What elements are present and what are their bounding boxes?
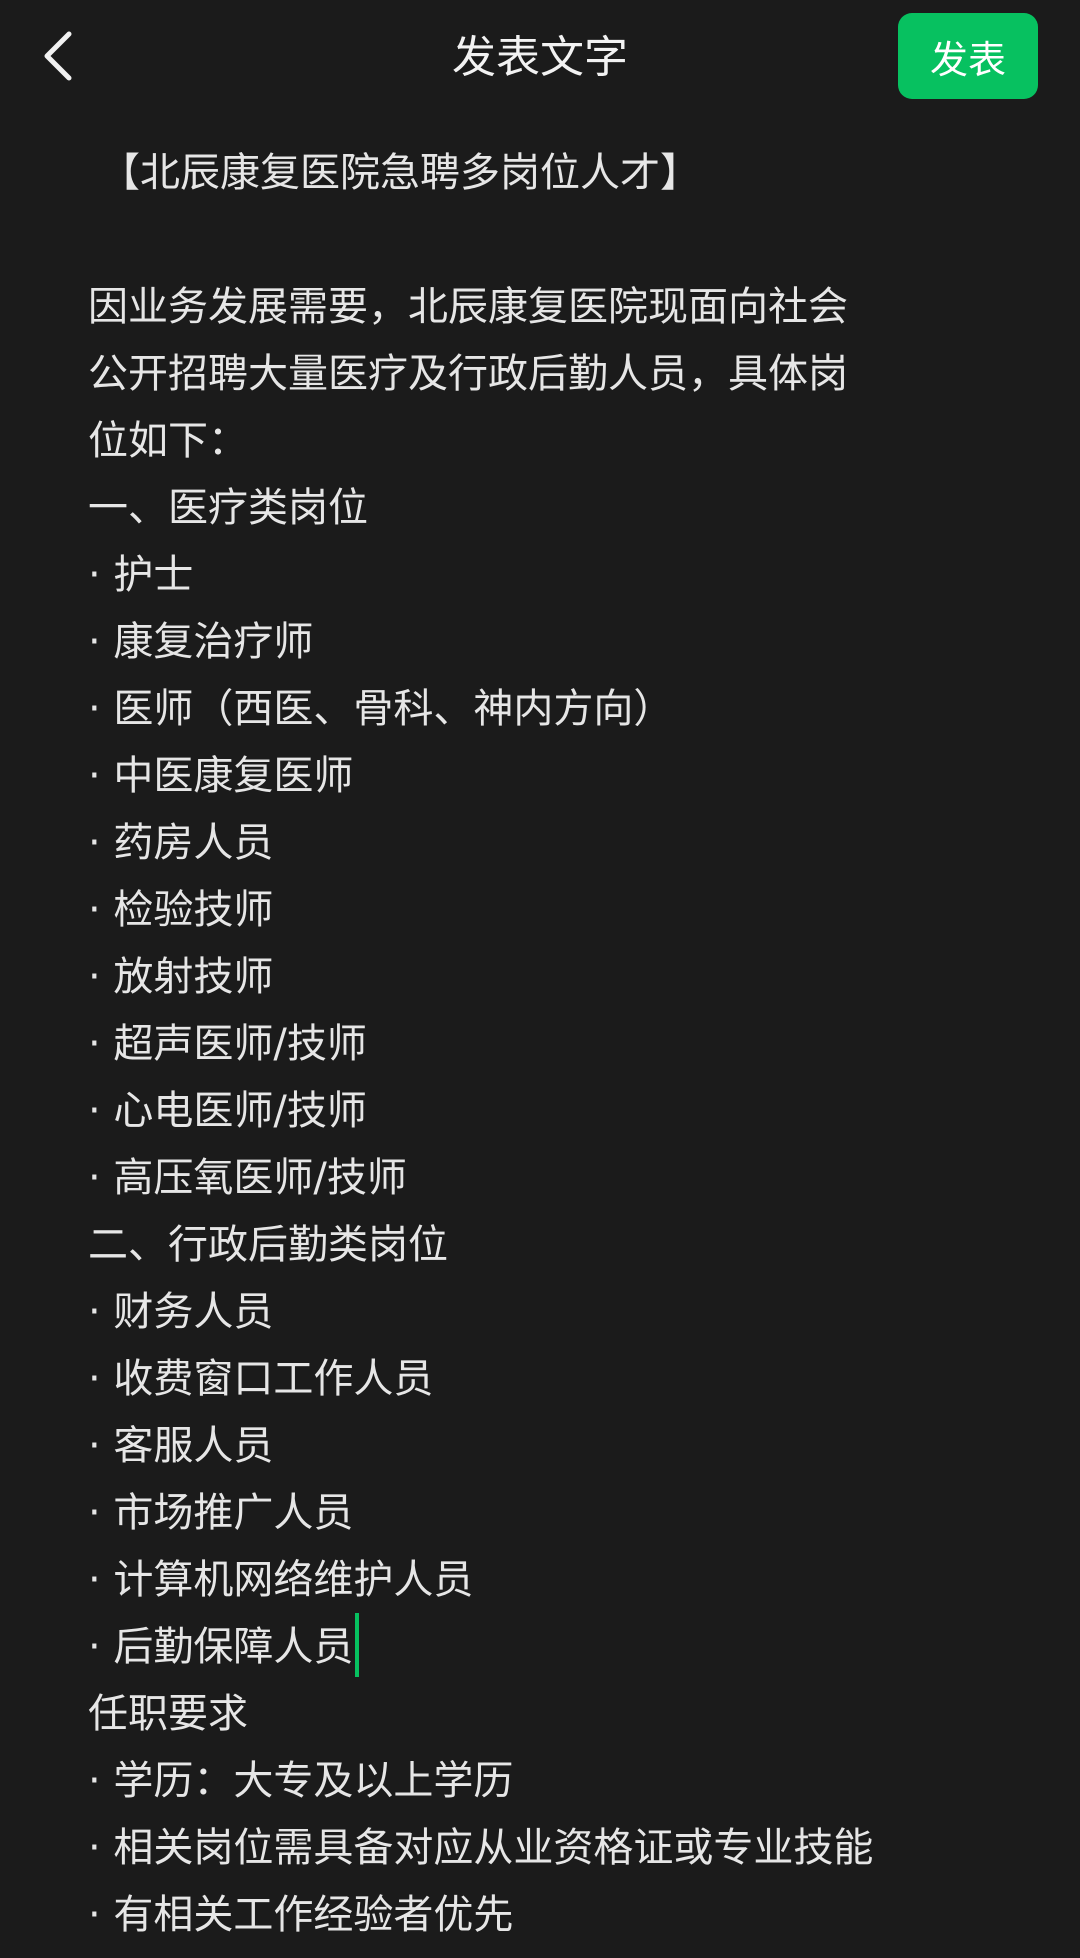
text-line: · 护士 bbox=[88, 552, 194, 598]
text-line: · 相关岗位需具备对应从业资格证或专业技能 bbox=[88, 1825, 874, 1871]
text-line: 位如下： bbox=[88, 418, 248, 464]
text-line: · 财务人员 bbox=[88, 1289, 274, 1335]
text-editor[interactable]: 【北辰康复医院急聘多岗位人才】 因业务发展需要，北辰康复医院现面向社会 公开招聘… bbox=[0, 140, 1080, 1958]
text-line: · 超声医师/技师 bbox=[88, 1021, 367, 1067]
text-line: · 高压氧医师/技师 bbox=[88, 1155, 407, 1201]
text-line: · 有相关工作经验者优先 bbox=[88, 1892, 514, 1938]
text-line: 【北辰康复医院急聘多岗位人才】 bbox=[100, 150, 700, 196]
text-line: · 中医康复医师 bbox=[88, 753, 354, 799]
text-line: · 计算机网络维护人员 bbox=[88, 1557, 474, 1603]
text-line: · 放射技师 bbox=[88, 954, 274, 1000]
publish-button[interactable]: 发表 bbox=[898, 13, 1038, 99]
text-line-with-caret: · 后勤保障人员 bbox=[88, 1613, 360, 1680]
text-line: · 心电医师/技师 bbox=[88, 1088, 367, 1134]
text-line: · 康复治疗师 bbox=[88, 619, 314, 665]
text-line: · 检验技师 bbox=[88, 887, 274, 933]
text-line: · 医师（西医、骨科、神内方向） bbox=[88, 686, 674, 732]
text-line: · 客服人员 bbox=[88, 1423, 274, 1469]
text-line: · 收费窗口工作人员 bbox=[88, 1356, 434, 1402]
text-line: · 后勤保障人员 bbox=[88, 1624, 354, 1670]
text-line: 一、医疗类岗位 bbox=[88, 485, 368, 531]
text-caret bbox=[355, 1613, 360, 1677]
text-line: 任职要求 bbox=[88, 1691, 248, 1737]
text-line: 二、行政后勤类岗位 bbox=[88, 1222, 448, 1268]
text-line: · 市场推广人员 bbox=[88, 1490, 354, 1536]
top-bar: 发表文字 发表 bbox=[0, 0, 1080, 116]
text-line: 因业务发展需要，北辰康复医院现面向社会 bbox=[88, 284, 848, 330]
text-line: · 学历：大专及以上学历 bbox=[88, 1758, 514, 1804]
text-line: · 药房人员 bbox=[88, 820, 274, 866]
text-line: 公开招聘大量医疗及行政后勤人员，具体岗 bbox=[88, 351, 848, 397]
